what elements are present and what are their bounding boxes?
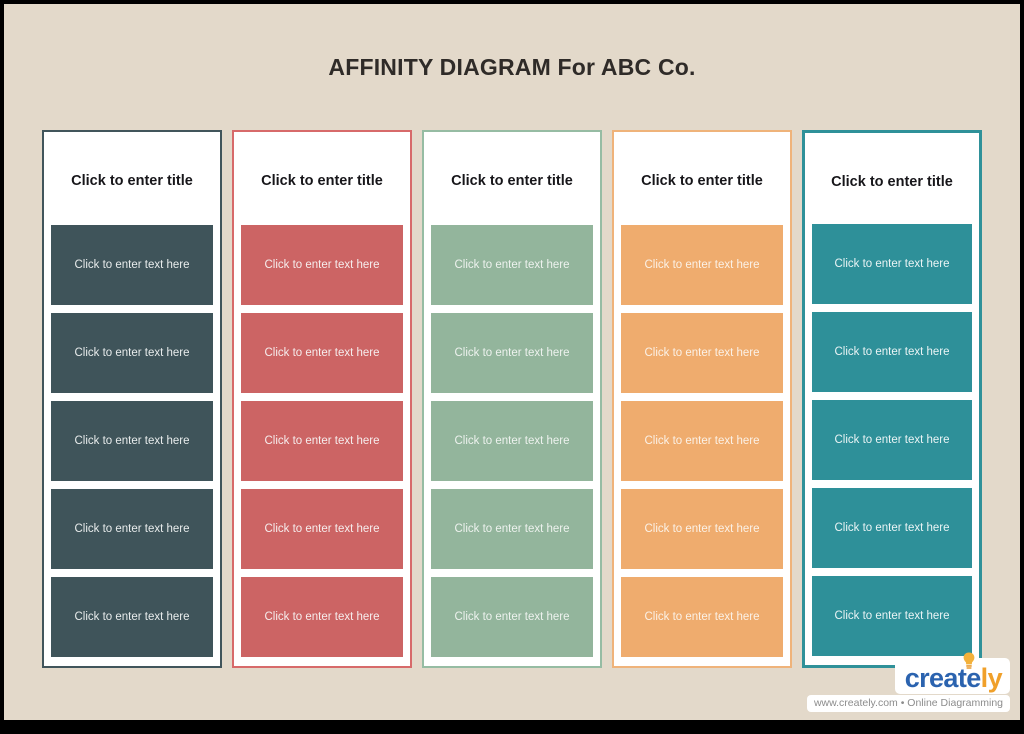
column-cards: Click to enter text here Click to enter t… (431, 225, 593, 657)
sticky-note-card[interactable]: Click to enter text here (812, 488, 972, 568)
sticky-note-card[interactable]: Click to enter text here (241, 313, 403, 393)
column-title[interactable]: Click to enter title (621, 139, 783, 225)
logo-text-primary: creat (904, 663, 967, 693)
sticky-note-card[interactable]: Click to enter text here (621, 577, 783, 657)
column-cards: Click to enter text here Click to enter t… (812, 224, 972, 656)
affinity-column[interactable]: Click to enter title Click to enter text … (232, 130, 412, 668)
logo-text-accent: ly (980, 663, 1003, 693)
sticky-note-card[interactable]: Click to enter text here (621, 313, 783, 393)
column-title[interactable]: Click to enter title (812, 140, 972, 224)
column-cards: Click to enter text here Click to enter t… (51, 225, 213, 657)
sticky-note-card[interactable]: Click to enter text here (812, 224, 972, 304)
sticky-note-card[interactable]: Click to enter text here (812, 400, 972, 480)
page-title: AFFINITY DIAGRAM For ABC Co. (328, 54, 696, 80)
sticky-note-card[interactable]: Click to enter text here (241, 401, 403, 481)
sticky-note-card[interactable]: Click to enter text here (241, 225, 403, 305)
creately-logo: creat e ly (894, 652, 1010, 694)
sticky-note-card[interactable]: Click to enter text here (241, 489, 403, 569)
sticky-note-card[interactable]: Click to enter text here (812, 576, 972, 656)
sticky-note-card[interactable]: Click to enter text here (621, 489, 783, 569)
sticky-note-card[interactable]: Click to enter text here (431, 401, 593, 481)
sticky-note-card[interactable]: Click to enter text here (51, 489, 213, 569)
sticky-note-card[interactable]: Click to enter text here (621, 225, 783, 305)
sticky-note-card[interactable]: Click to enter text here (241, 577, 403, 657)
sticky-note-card[interactable]: Click to enter text here (812, 312, 972, 392)
sticky-note-card[interactable]: Click to enter text here (51, 313, 213, 393)
sticky-note-card[interactable]: Click to enter text here (431, 489, 593, 569)
column-title[interactable]: Click to enter title (431, 139, 593, 225)
sticky-note-card[interactable]: Click to enter text here (51, 225, 213, 305)
affinity-column[interactable]: Click to enter title Click to enter text … (42, 130, 222, 668)
sticky-note-card[interactable]: Click to enter text here (431, 225, 593, 305)
diagram-canvas: AFFINITY DIAGRAM For ABC Co. Click to en… (4, 4, 1020, 720)
sticky-note-card[interactable]: Click to enter text here (431, 313, 593, 393)
affinity-column[interactable]: Click to enter title Click to enter text … (802, 130, 982, 668)
sticky-note-card[interactable]: Click to enter text here (621, 401, 783, 481)
column-title[interactable]: Click to enter title (51, 139, 213, 225)
lightbulb-icon (963, 652, 975, 669)
column-cards: Click to enter text here Click to enter t… (241, 225, 403, 657)
sticky-note-card[interactable]: Click to enter text here (51, 577, 213, 657)
affinity-columns: Click to enter title Click to enter text … (42, 130, 982, 668)
affinity-column[interactable]: Click to enter title Click to enter text … (612, 130, 792, 668)
column-title[interactable]: Click to enter title (241, 139, 403, 225)
column-cards: Click to enter text here Click to enter t… (621, 225, 783, 657)
sticky-note-card[interactable]: Click to enter text here (431, 577, 593, 657)
brand-tagline: www.creately.com • Online Diagramming (806, 695, 1010, 712)
affinity-column[interactable]: Click to enter title Click to enter text … (422, 130, 602, 668)
creately-branding: creat e ly www.creately.com • Online Dia… (806, 652, 1014, 714)
sticky-note-card[interactable]: Click to enter text here (51, 401, 213, 481)
